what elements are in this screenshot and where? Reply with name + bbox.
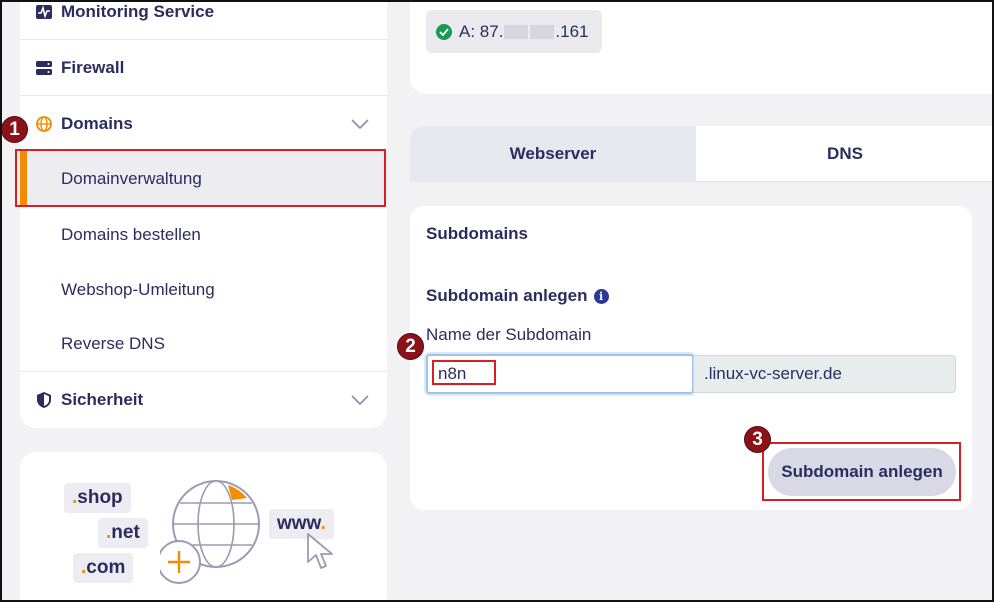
tab-dns[interactable]: DNS: [696, 126, 994, 182]
sidebar-subitem-label: Domains bestellen: [61, 224, 201, 244]
sidebar-item-label: Monitoring Service: [61, 1, 215, 21]
check-icon: [436, 23, 452, 40]
tab-bar: Webserver DNS: [410, 126, 994, 182]
info-icon[interactable]: i: [593, 288, 609, 304]
domain-suffix: .linux-vc-server.de: [693, 355, 956, 393]
sidebar-subitem-webshop-umleitung[interactable]: Webshop-Umleitung: [20, 262, 387, 317]
create-subdomain-title-text: Subdomain anlegen: [426, 286, 588, 305]
redacted-octet: [530, 24, 555, 39]
shield-icon: [36, 392, 52, 408]
ip-record-card: A: 87. .161: [410, 0, 994, 94]
sidebar-subitem-label: Reverse DNS: [61, 334, 165, 353]
globe-illustration-icon: [160, 480, 260, 584]
redacted-octet: [504, 24, 529, 39]
sidebar-nav: Monitoring Service Firewall Domains Doma…: [20, 0, 387, 428]
create-subdomain-title: Subdomain anlegen i: [426, 286, 609, 306]
ip-suffix: .161: [555, 21, 589, 41]
globe-icon: [36, 116, 52, 132]
sidebar-subitem-domains-bestellen[interactable]: Domains bestellen: [20, 207, 387, 262]
tld-com-label: .com: [73, 553, 134, 583]
subdomain-name-label: Name der Subdomain: [426, 325, 592, 344]
tld-shop-label: .shop: [64, 483, 131, 513]
chevron-down-icon[interactable]: [351, 392, 369, 410]
highlight-create-button: [762, 442, 961, 501]
chevron-down-icon[interactable]: [351, 116, 369, 134]
step-badge-3: 3: [744, 426, 771, 453]
cursor-icon: [307, 533, 333, 569]
sidebar-item-sicherheit[interactable]: Sicherheit: [20, 372, 387, 428]
highlight-domainverwaltung: [15, 149, 386, 207]
step-badge-2: 2: [397, 333, 424, 360]
monitoring-icon: [36, 4, 52, 20]
sidebar-item-label: Firewall: [61, 57, 125, 77]
tld-net-label: .net: [98, 518, 148, 548]
sidebar-item-firewall[interactable]: Firewall: [20, 40, 387, 96]
sidebar-item-domains[interactable]: Domains: [20, 96, 387, 152]
highlight-subdomain-input: [432, 360, 496, 385]
section-title: Subdomains: [426, 224, 529, 243]
domain-promo-card: .shop .net .com www.: [20, 452, 387, 602]
sidebar-item-monitoring[interactable]: Monitoring Service: [20, 0, 387, 40]
ip-record-chip: A: 87. .161: [426, 10, 602, 53]
sidebar-item-label: Sicherheit: [61, 390, 144, 409]
sidebar-subitem-label: Webshop-Umleitung: [61, 279, 215, 299]
firewall-icon: [36, 60, 52, 76]
sidebar-subitem-reverse-dns[interactable]: Reverse DNS: [20, 317, 387, 372]
step-badge-1: 1: [1, 116, 28, 143]
sidebar-item-label: Domains: [61, 114, 133, 133]
ip-prefix: A: 87.: [459, 21, 504, 41]
tab-webserver[interactable]: Webserver: [410, 126, 696, 182]
